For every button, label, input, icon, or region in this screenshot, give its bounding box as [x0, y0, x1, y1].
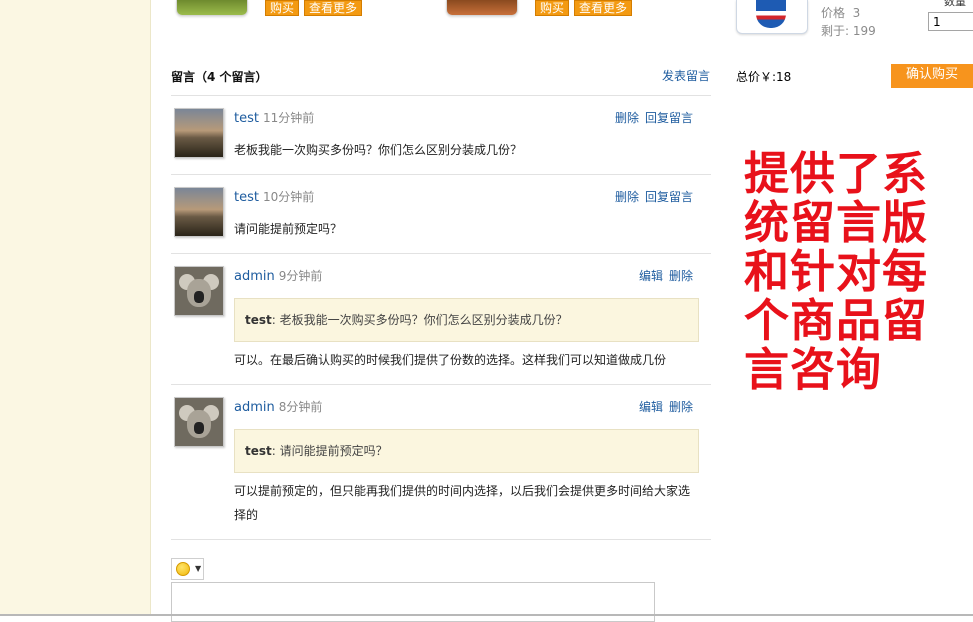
comment-header: test 11分钟前: [234, 109, 314, 126]
comment-time: 10分钟前: [262, 190, 315, 204]
edit-link[interactable]: 编辑: [639, 269, 663, 283]
avatar[interactable]: [174, 397, 224, 447]
reply-link[interactable]: 回复留言: [645, 111, 693, 125]
avatar[interactable]: [174, 266, 224, 316]
view-more-button[interactable]: 查看更多: [574, 0, 633, 16]
cart-item-thumbnail: [736, 0, 808, 34]
comment-author[interactable]: admin: [234, 269, 275, 284]
comment-time: 11分钟前: [262, 111, 315, 125]
delete-link[interactable]: 删除: [615, 111, 639, 125]
comment-header: test 10分钟前: [234, 188, 314, 205]
comment-author[interactable]: admin: [234, 400, 275, 415]
quote-text: : 老板我能一次购买多份吗？你们怎么区别分装成几份？: [271, 313, 568, 327]
post-comment-link[interactable]: 发表留言: [662, 67, 710, 84]
comment-item: test 11分钟前 删除 回复留言 老板我能一次购买多份吗？你们怎么区别分装成几份…: [171, 96, 711, 174]
left-rail: [0, 0, 151, 616]
comment-header: admin 8分钟前: [234, 398, 322, 415]
comment-actions: 编辑 删除: [633, 267, 693, 284]
comment-header: admin 9分钟前: [234, 267, 322, 284]
comment-text: 老板我能一次购买多份吗？你们怎么区别分装成几份？: [234, 143, 523, 157]
quoted-comment: test: 老板我能一次购买多份吗？你们怎么区别分装成几份？: [234, 298, 699, 342]
koala-nose-icon: [194, 291, 204, 303]
quoted-comment: test: 请问能提前预定吗？: [234, 429, 699, 473]
comments-title: 留言（4 个留言）: [171, 70, 268, 84]
confirm-purchase-button[interactable]: 确认购买: [891, 64, 973, 88]
comment-item: admin 8分钟前 编辑 删除 test: 请问能提前预定吗？ 可以提前预定的，但…: [171, 385, 711, 539]
caret-down-icon: ▼: [195, 564, 202, 573]
quantity-header: 数量: [944, 0, 966, 8]
comment-actions: 删除 回复留言: [609, 188, 693, 205]
comment-time: 8分钟前: [278, 400, 323, 414]
comment-text: 请问能提前预定吗？: [234, 222, 343, 236]
delete-link[interactable]: 删除: [669, 269, 693, 283]
quote-author: test: [245, 444, 272, 458]
product-thumbnail[interactable]: [176, 0, 248, 16]
comment-item: test 10分钟前 删除 回复留言 请问能提前预定吗？: [171, 175, 711, 253]
price-label: 价格: [821, 6, 846, 20]
comment-text: 可以。在最后确认购买的时候我们提供了份数的选择。这样我们可以知道做成几份: [234, 353, 667, 367]
price-value: 3: [852, 6, 861, 20]
remaining-value: 199: [852, 24, 876, 38]
comment-actions: 删除 回复留言: [609, 109, 693, 126]
reply-link[interactable]: 回复留言: [645, 190, 693, 204]
cart-total: 总价￥:18: [736, 70, 792, 84]
comment-textarea[interactable]: [171, 582, 655, 622]
buy-button[interactable]: 购买: [265, 0, 300, 16]
annotation-overlay-text: 提供了系统留言版和针对每个商品留言咨询: [744, 147, 929, 396]
delete-link[interactable]: 删除: [615, 190, 639, 204]
buy-button[interactable]: 购买: [535, 0, 570, 16]
avatar[interactable]: [174, 187, 224, 237]
smile-icon: [176, 562, 190, 576]
product-thumbnail[interactable]: [446, 0, 518, 16]
edit-link[interactable]: 编辑: [639, 400, 663, 414]
emoji-picker-button[interactable]: ▼: [171, 558, 204, 580]
avatar[interactable]: [174, 108, 224, 158]
view-more-button[interactable]: 查看更多: [304, 0, 363, 16]
quote-text: : 请问能提前预定吗？: [271, 444, 388, 458]
comment-actions: 编辑 删除: [633, 398, 693, 415]
quantity-input[interactable]: [928, 12, 973, 31]
pepsi-can-icon: [756, 0, 786, 28]
cart-remaining: 剩于: 199: [821, 22, 876, 39]
delete-link[interactable]: 删除: [669, 400, 693, 414]
divider: [171, 539, 711, 540]
comment-time: 9分钟前: [278, 269, 323, 283]
remaining-label: 剩于:: [821, 24, 850, 38]
comment-author[interactable]: test: [234, 190, 259, 205]
cart-price: 价格 3: [821, 4, 860, 21]
quote-author: test: [245, 313, 272, 327]
koala-nose-icon: [194, 422, 204, 434]
comment-author[interactable]: test: [234, 111, 259, 126]
comment-text: 可以提前预定的，但只能再我们提供的时间内选择，以后我们会提供更多时间给大家选择的: [234, 484, 691, 522]
comment-item: admin 9分钟前 编辑 删除 test: 老板我能一次购买多份吗？你们怎么区别分…: [171, 254, 711, 384]
